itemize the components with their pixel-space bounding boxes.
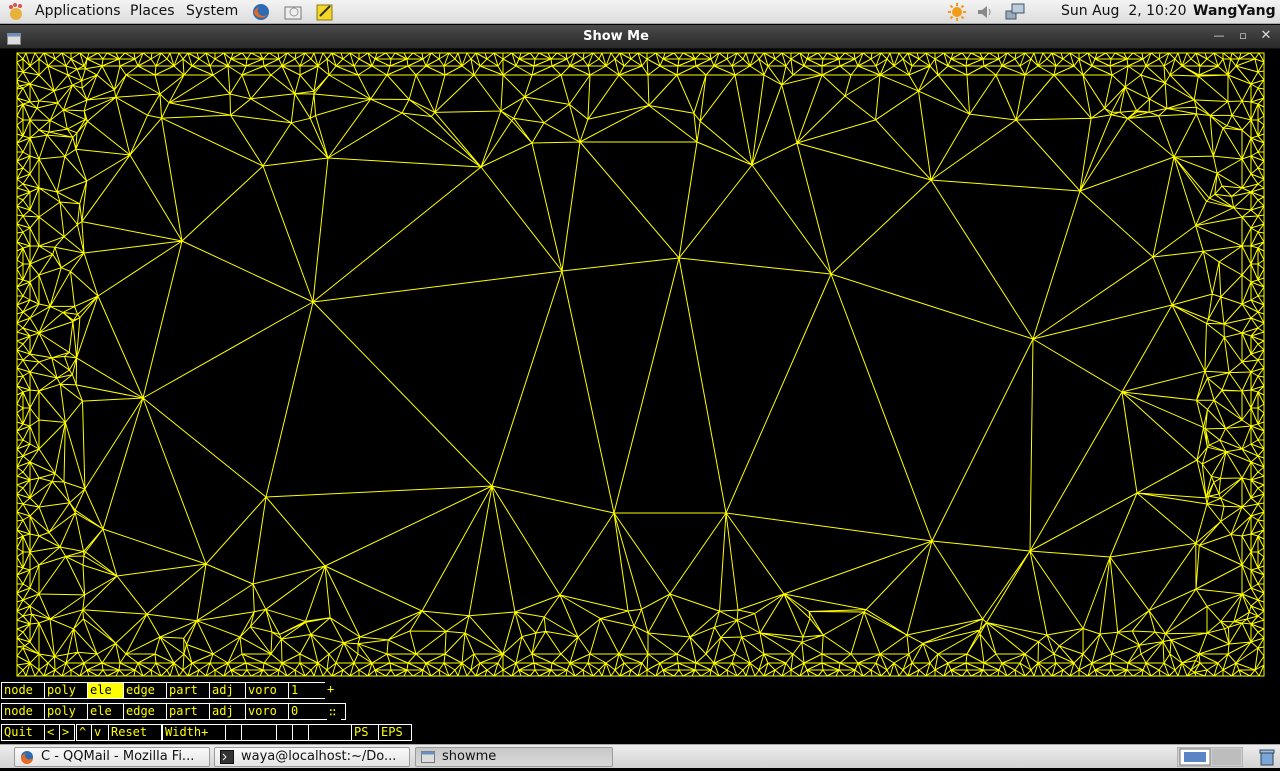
blank-button-2[interactable] — [241, 724, 277, 741]
ps-button[interactable]: PS — [351, 724, 379, 741]
places-menu[interactable]: Places — [130, 3, 175, 20]
firefox-icon[interactable] — [251, 2, 271, 22]
row1-edge-button[interactable]: edge — [123, 682, 167, 699]
window-title: Show Me — [583, 29, 649, 44]
task-firefox[interactable]: C - QQMail - Mozilla Fi... — [14, 747, 210, 767]
blank-button-3[interactable] — [276, 724, 293, 741]
maximize-button[interactable]: ▫ — [1236, 29, 1250, 43]
task-terminal[interactable]: waya@localhost:~/Do... — [214, 747, 410, 767]
mesh-edges — [16, 52, 1265, 677]
task-showme-label: showme — [442, 749, 497, 764]
task-showme[interactable]: showme — [415, 747, 613, 767]
pan-right-button[interactable]: > — [59, 724, 75, 741]
show-desktop-icon[interactable] — [1176, 746, 1244, 768]
top-panel: Applications Places System Sun Aug 2, 10… — [0, 0, 1280, 24]
window-icon — [421, 750, 435, 764]
blank-button-4[interactable] — [292, 724, 309, 741]
taskbar: C - QQMail - Mozilla Fi... waya@localhos… — [0, 744, 1280, 768]
foot-icon — [6, 2, 26, 22]
row1-poly-button[interactable]: poly — [44, 682, 88, 699]
blank-button-5[interactable] — [308, 724, 352, 741]
eps-button[interactable]: EPS — [378, 724, 412, 741]
weather-icon[interactable] — [947, 2, 967, 22]
reset-button[interactable]: Reset — [108, 724, 162, 741]
showme-control-panel: node poly ele edge part adj voro 1 + nod… — [0, 680, 1280, 744]
volume-icon[interactable] — [975, 2, 995, 22]
notes-icon[interactable] — [315, 2, 335, 22]
row2-part-button[interactable]: part — [166, 703, 210, 720]
pan-up-button[interactable]: ^ — [76, 724, 92, 741]
system-menu[interactable]: System — [186, 3, 238, 20]
row2-poly-button[interactable]: poly — [44, 703, 88, 720]
firefox-icon — [20, 750, 34, 764]
task-firefox-label: C - QQMail - Mozilla Fi... — [41, 749, 195, 764]
mesh-drawing — [16, 52, 1265, 677]
width-plus-button[interactable]: Width+ — [162, 724, 226, 741]
row2-node-button[interactable]: node — [1, 703, 45, 720]
row1-adj-button[interactable]: adj — [209, 682, 246, 699]
network-icon[interactable] — [1004, 2, 1025, 22]
window-titlebar[interactable]: Show Me — ▫ ✕ — [0, 25, 1280, 49]
row2-adj-button[interactable]: adj — [209, 703, 246, 720]
trash-icon[interactable] — [1257, 747, 1277, 767]
mesh-boundary — [16, 52, 1265, 677]
user-name[interactable]: WangYang — [1193, 3, 1276, 20]
terminal-icon — [220, 750, 234, 764]
row2-dots-button[interactable]: ∷ — [327, 705, 341, 722]
pan-left-button[interactable]: < — [44, 724, 60, 741]
pan-down-button[interactable]: v — [91, 724, 109, 741]
blank-button-1[interactable] — [225, 724, 242, 741]
minimize-button[interactable]: — — [1212, 29, 1226, 43]
row2-voro-button[interactable]: voro — [245, 703, 289, 720]
quit-button[interactable]: Quit — [1, 724, 45, 741]
row1-node-button[interactable]: node — [1, 682, 45, 699]
applications-menu[interactable]: Applications — [35, 3, 121, 20]
mesh-canvas[interactable] — [0, 49, 1280, 680]
row1-voro-button[interactable]: voro — [245, 682, 289, 699]
close-button[interactable]: ✕ — [1259, 29, 1273, 43]
clock[interactable]: Sun Aug 2, 10:20 — [1061, 3, 1186, 20]
row1-ele-button[interactable]: ele — [87, 682, 124, 699]
row1-plus-button[interactable]: + — [325, 682, 346, 699]
row2-ele-button[interactable]: ele — [87, 703, 124, 720]
task-terminal-label: waya@localhost:~/Do... — [241, 749, 397, 764]
row1-part-button[interactable]: part — [166, 682, 210, 699]
mail-icon[interactable] — [283, 2, 303, 22]
row2-edge-button[interactable]: edge — [123, 703, 167, 720]
